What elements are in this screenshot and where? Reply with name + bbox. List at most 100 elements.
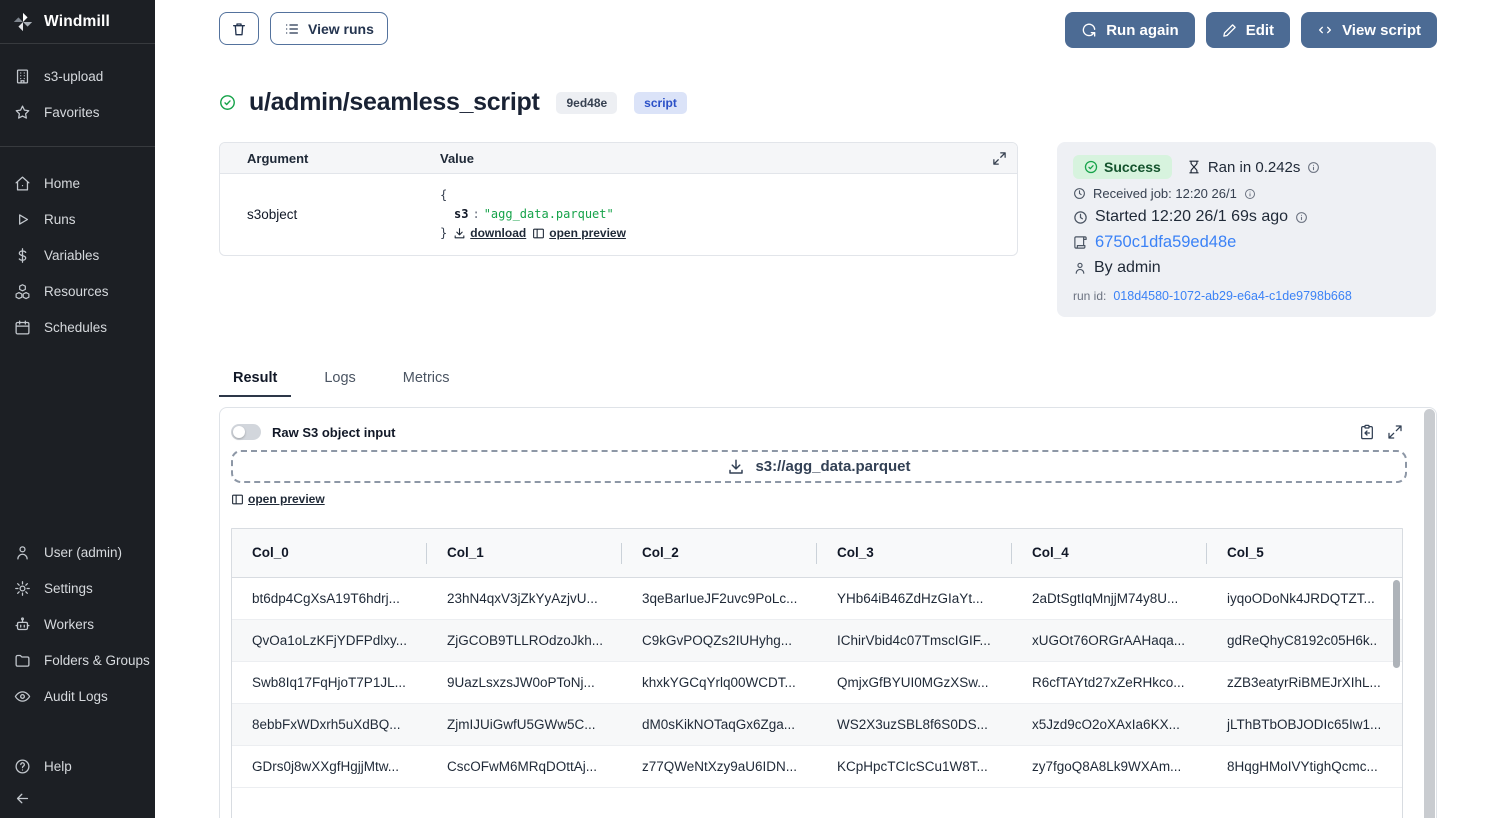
s3-file-path: s3://agg_data.parquet	[755, 458, 910, 475]
table-cell: khxkYGCqYrlq00WCDT...	[622, 662, 817, 703]
table-cell: QmjxGfBYUI0MGzXSw...	[817, 662, 1012, 703]
download-link[interactable]: download	[453, 224, 526, 243]
table-row: GDrs0j8wXXgfHgjjMtw... CscOFwM6MRqDOttAj…	[232, 746, 1402, 788]
sidebar-item-runs[interactable]: Runs	[0, 201, 155, 237]
brand-name: Windmill	[44, 13, 110, 31]
table-cell: 2aDtSgtIqMnjjM74y8U...	[1012, 578, 1207, 619]
table-cell: Swb8Iq17FqHjoT7P1JL...	[232, 662, 427, 703]
tab-result[interactable]: Result	[219, 370, 291, 397]
sidebar-item-label: Settings	[44, 581, 93, 596]
run-again-button[interactable]: Run again	[1065, 12, 1195, 48]
table-cell: CscOFwM6MRqDOttAj...	[427, 746, 622, 787]
clock-icon	[1073, 187, 1086, 200]
hash-badge: 9ed48e	[556, 92, 617, 114]
table-cell: x5Jzd9cO2oXAxIa6KX...	[1012, 704, 1207, 745]
sidebar-item-audit-logs[interactable]: Audit Logs	[0, 678, 155, 714]
open-preview-link[interactable]: open preview	[532, 224, 626, 243]
folder-icon	[14, 652, 31, 669]
arguments-table: Argument Value s3object { s3:"agg_data.p…	[219, 142, 1018, 256]
table-cell: 9UazLsxzsJW0oPToNj...	[427, 662, 622, 703]
sidebar-item-label: Workers	[44, 617, 94, 632]
panel-open-icon	[532, 227, 545, 240]
sidebar-item-label: Favorites	[44, 105, 100, 120]
expand-args-icon[interactable]	[981, 151, 1017, 166]
table-cell: ZjmIJUiGwfU5GWw5C...	[427, 704, 622, 745]
sidebar-item-resources[interactable]: Resources	[0, 273, 155, 309]
sidebar-item-home[interactable]: Home	[0, 165, 155, 201]
star-icon	[14, 104, 31, 121]
view-runs-button[interactable]: View runs	[270, 12, 388, 45]
run-id-label: run id:	[1073, 289, 1106, 303]
sidebar-item-user[interactable]: User (admin)	[0, 534, 155, 570]
argument-name: s3object	[220, 186, 440, 243]
sidebar-divider	[0, 146, 155, 147]
sidebar-item-help[interactable]: Help	[0, 748, 155, 784]
info-icon[interactable]	[1244, 188, 1256, 200]
view-script-label: View script	[1342, 22, 1421, 39]
gear-icon	[14, 580, 31, 597]
edit-button[interactable]: Edit	[1206, 12, 1290, 48]
table-cell: ZjGCOB9TLLROdzoJkh...	[427, 620, 622, 661]
sidebar-item-folders-groups[interactable]: Folders & Groups	[0, 642, 155, 678]
table-cell: QvOa1oLzKFjYDFPdlxy...	[232, 620, 427, 661]
raw-s3-toggle[interactable]	[231, 424, 261, 440]
clock-icon	[1073, 210, 1088, 225]
building-icon	[14, 68, 31, 85]
argument-column-header: Argument	[220, 151, 440, 166]
play-icon	[14, 211, 31, 228]
table-cell: xUGOt76ORGrAAHaqa...	[1012, 620, 1207, 661]
sidebar-item-label: Runs	[44, 212, 76, 227]
job-hash-link[interactable]: 6750c1dfa59ed48e	[1095, 233, 1236, 252]
table-cell: 8ebbFxWDxrh5uXdBQ...	[232, 704, 427, 745]
json-key: s3	[454, 207, 468, 221]
table-cell: zZB3eatyrRiBMEJrXIhL...	[1207, 662, 1402, 703]
table-cell: 3qeBarIueJF2uvc9PoLc...	[622, 578, 817, 619]
toolbar: View runs Run again Edit	[219, 12, 1437, 48]
script-hash-icon	[1073, 235, 1088, 250]
sidebar-item-schedules[interactable]: Schedules	[0, 309, 155, 345]
result-panel-scrollbar[interactable]	[1424, 409, 1435, 818]
refresh-icon	[1081, 22, 1097, 38]
table-row: QvOa1oLzKFjYDFPdlxy... ZjGCOB9TLLROdzoJk…	[232, 620, 1402, 662]
sidebar-item-label: Schedules	[44, 320, 107, 335]
run-id-link[interactable]: 018d4580-1072-ab29-e6a4-c1de9798b668	[1113, 289, 1351, 303]
brand[interactable]: Windmill	[0, 0, 155, 44]
info-icon[interactable]	[1307, 161, 1320, 174]
script-type-badge: script	[634, 92, 687, 114]
table-header-row: Col_0 Col_1 Col_2 Col_3 Col_4 Col_5	[232, 529, 1402, 578]
column-header: Col_0	[232, 529, 427, 577]
user-icon	[14, 544, 31, 561]
tab-metrics[interactable]: Metrics	[389, 370, 464, 397]
page-title: u/admin/seamless_script	[249, 88, 539, 117]
sidebar-item-label: s3-upload	[44, 69, 103, 84]
sidebar-item-workers[interactable]: Workers	[0, 606, 155, 642]
sidebar-item-label: Home	[44, 176, 80, 191]
windmill-logo-icon	[12, 11, 34, 33]
sidebar-item-settings[interactable]: Settings	[0, 570, 155, 606]
s3-file-download-button[interactable]: s3://agg_data.parquet	[231, 450, 1407, 483]
table-cell: YHb64iB46ZdHzGIaYt...	[817, 578, 1012, 619]
table-cell: GDrs0j8wXXgfHgjjMtw...	[232, 746, 427, 787]
table-row: Swb8Iq17FqHjoT7P1JL... 9UazLsxzsJW0oPToN…	[232, 662, 1402, 704]
sidebar-item-variables[interactable]: Variables	[0, 237, 155, 273]
argument-value-json: { s3:"agg_data.parquet" } download	[440, 186, 1017, 243]
dollar-icon	[14, 247, 31, 264]
column-header: Col_2	[622, 529, 817, 577]
collapse-sidebar-icon[interactable]	[14, 790, 31, 807]
table-cell: gdReQhyC8192c05H6k..	[1207, 620, 1402, 661]
sidebar-item-favorites[interactable]: Favorites	[0, 94, 155, 130]
tab-logs[interactable]: Logs	[310, 370, 369, 397]
home-icon	[14, 175, 31, 192]
table-cell: KCpHpcTCIcSCu1W8T...	[817, 746, 1012, 787]
expand-result-icon[interactable]	[1387, 424, 1403, 440]
sidebar-item-s3-upload[interactable]: s3-upload	[0, 58, 155, 94]
download-icon	[727, 458, 745, 476]
view-script-button[interactable]: View script	[1301, 12, 1437, 48]
info-icon[interactable]	[1295, 211, 1308, 224]
table-scrollbar[interactable]	[1393, 580, 1400, 668]
hourglass-icon	[1187, 160, 1201, 174]
table-cell: bt6dp4CgXsA19T6hdrj...	[232, 578, 427, 619]
copy-result-icon[interactable]	[1359, 424, 1375, 440]
delete-button[interactable]	[219, 12, 259, 45]
open-preview-link[interactable]: open preview	[231, 492, 325, 506]
